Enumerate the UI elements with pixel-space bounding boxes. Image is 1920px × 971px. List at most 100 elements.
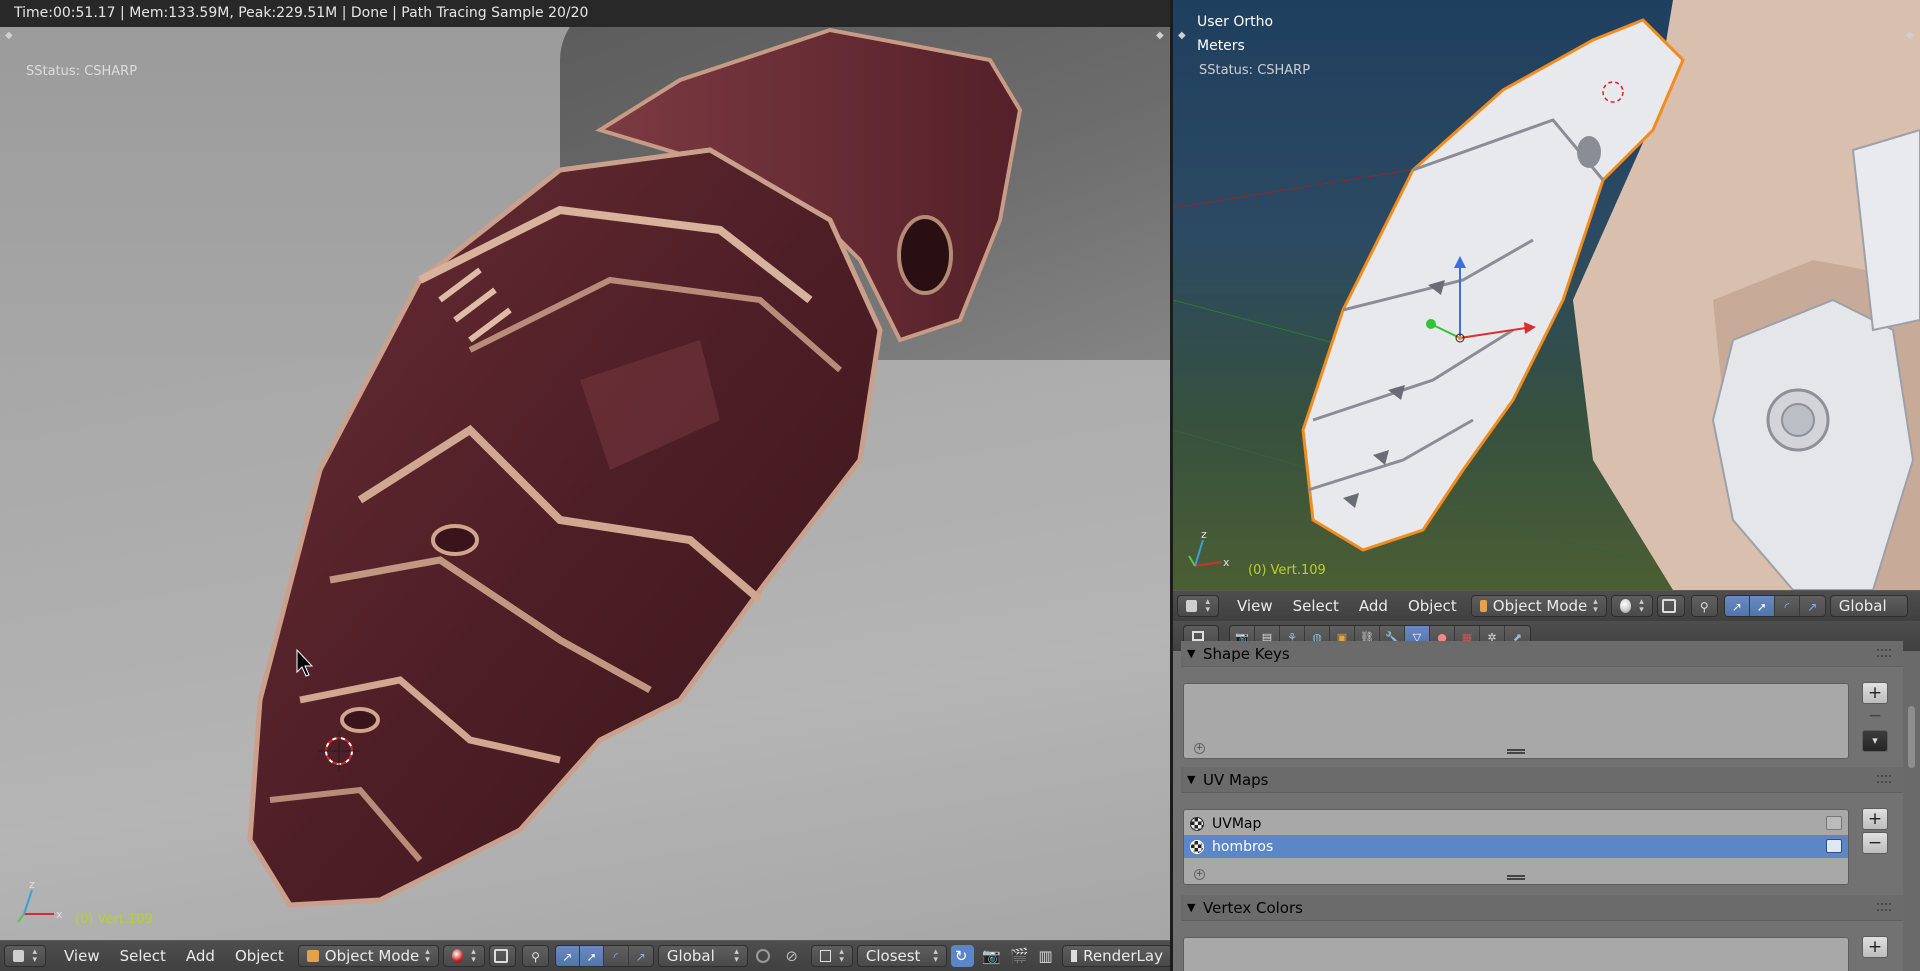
viewport-icon [1186, 600, 1198, 612]
area-split-handle-left[interactable]: ◆ [1178, 30, 1186, 41]
uv-map-row-selected[interactable]: hombros [1184, 835, 1848, 858]
collapse-triangle-icon: ▼ [1187, 901, 1196, 914]
translate-widget-icon[interactable]: ↗ [1724, 596, 1750, 616]
menu-select[interactable]: Select [1283, 597, 1349, 615]
area-split-handle-left[interactable]: ◆ [5, 30, 13, 41]
move-widget-icon[interactable]: ➚ [1749, 596, 1775, 616]
scale-widget-icon[interactable]: ↗ [628, 946, 653, 966]
viewport-shading-selector[interactable]: ▴ ▾ [442, 945, 485, 967]
snap-increment-icon [819, 950, 832, 962]
add-shape-key-button[interactable]: + [1862, 682, 1888, 704]
render-still-icon[interactable]: 📷 [978, 945, 1002, 967]
sstatus-overlay: SStatus: CSHARP [26, 64, 138, 79]
axis-x-label: x [1223, 556, 1230, 569]
editor-type-button[interactable]: ▴ ▾ [4, 945, 46, 967]
panel-title: UV Maps [1203, 771, 1269, 789]
menu-object[interactable]: Object [225, 947, 294, 965]
updown-icon: ▴ ▾ [32, 947, 37, 965]
mode-label: Object Mode [324, 947, 420, 965]
snap-element-selector[interactable]: ▴ ▾ [810, 945, 853, 967]
rotate-widget-icon[interactable]: ◜ [604, 946, 629, 966]
pivot-selector[interactable] [488, 945, 517, 967]
updown-icon: ▴ ▾ [425, 947, 430, 965]
snap-target-selector[interactable]: Closest ▴ ▾ [856, 945, 947, 967]
render-layer-label: RenderLay [1083, 947, 1163, 965]
layers-icon[interactable]: ▥ [1034, 945, 1058, 967]
shape-keys-panel-header[interactable]: ▼ Shape Keys [1181, 641, 1903, 667]
manipulator-toggle-icon[interactable]: ⚲ [1691, 596, 1717, 616]
mode-selector[interactable]: Object Mode ▴ ▾ [1470, 595, 1607, 617]
left-viewport-header: ▴ ▾ View Select Add Object Object Mode ▴ ▾… [0, 940, 1172, 971]
orientation-label: Global [1838, 597, 1887, 615]
proportional-edit-icon[interactable] [752, 945, 778, 967]
render-layer-selector[interactable]: RenderLay [1061, 945, 1172, 967]
solid-sphere-icon [1619, 599, 1632, 613]
move-widget-icon[interactable]: ➚ [579, 946, 605, 966]
orientation-selector[interactable]: Global [1829, 595, 1908, 617]
updown-icon: ▴ ▾ [471, 947, 476, 965]
add-vertex-color-button[interactable]: + [1862, 936, 1888, 958]
rotate-widget-icon[interactable]: ◜ [1774, 596, 1800, 616]
orientation-selector[interactable]: Global ▴ ▾ [657, 945, 748, 967]
updown-icon: ▴ ▾ [839, 947, 844, 965]
vertex-colors-panel-header[interactable]: ▼ Vertex Colors [1181, 895, 1903, 921]
properties-editor: 📷 ▤ ⚘ ◍ ▣ ⛓ 🔧 ▽ ● ▦ ✲ ⬈ ▼ Shape Keys + +… [1173, 621, 1920, 971]
snap-align-icon[interactable]: ↻ [950, 945, 975, 967]
scale-widget-icon[interactable]: ↗ [1799, 596, 1825, 616]
render-status-bar: Time:00:51.17 | Mem:133.59M, Peak:229.51… [0, 0, 1172, 27]
area-split-handle-right[interactable]: ◆ [1906, 30, 1914, 41]
remove-uv-map-button[interactable]: − [1862, 832, 1888, 854]
drag-grip-icon[interactable] [1877, 649, 1891, 657]
uv-maps-panel-header[interactable]: ▼ UV Maps [1181, 767, 1903, 793]
unit-label: Meters [1197, 38, 1245, 54]
properties-scrollbar[interactable] [1903, 651, 1920, 971]
vertex-colors-list[interactable] [1183, 937, 1849, 971]
mode-label: Object Mode [1492, 597, 1588, 615]
axis-z-label: z [29, 878, 35, 891]
active-render-icon[interactable] [1826, 839, 1842, 853]
render-animation-icon[interactable]: 🎬 [1006, 945, 1030, 967]
menu-select[interactable]: Select [110, 947, 176, 965]
shape-keys-list[interactable]: + [1183, 683, 1849, 759]
cube-icon [1479, 600, 1487, 612]
translate-widget-icon[interactable]: ↗ [555, 946, 580, 966]
list-resize-handle-icon[interactable] [1507, 749, 1525, 754]
uv-map-name[interactable]: UVMap [1212, 816, 1261, 832]
editor-type-button[interactable]: ▴ ▾ [1177, 595, 1219, 617]
menu-add[interactable]: Add [1349, 597, 1398, 615]
list-filter-icon[interactable]: + [1194, 743, 1205, 754]
drag-grip-icon[interactable] [1877, 903, 1891, 911]
add-uv-map-button[interactable]: + [1862, 808, 1888, 830]
pivot-selector[interactable] [1656, 595, 1685, 617]
viewport-shading-selector[interactable]: ▴ ▾ [1610, 595, 1653, 617]
area-split-handle-right[interactable]: ◆ [1156, 30, 1164, 41]
pivot-icon [1661, 599, 1676, 613]
rendered-armor-model [247, 27, 1023, 908]
right-viewport-header: ▴ ▾ View Select Add Object Object Mode ▴ ▾… [1173, 590, 1920, 621]
pivot-icon [493, 949, 508, 963]
active-render-icon[interactable] [1826, 816, 1842, 830]
rendered-viewport[interactable]: Time:00:51.17 | Mem:133.59M, Peak:229.51… [0, 0, 1172, 940]
updown-icon: ▴ ▾ [1593, 597, 1598, 615]
mode-selector[interactable]: Object Mode ▴ ▾ [297, 945, 439, 967]
list-filter-icon[interactable]: + [1194, 869, 1205, 880]
manipulator-toggle-icon[interactable]: ⚲ [523, 946, 548, 966]
render-layer-icon [1070, 950, 1078, 962]
scrollbar-thumb[interactable] [1908, 706, 1915, 768]
drag-grip-icon[interactable] [1877, 775, 1891, 783]
collapse-triangle-icon: ▼ [1187, 773, 1196, 786]
menu-add[interactable]: Add [176, 947, 225, 965]
3d-viewport[interactable]: User Ortho Meters SStatus: CSHARP ◆ ◆ x … [1173, 0, 1920, 590]
uv-maps-list: UVMap hombros + [1183, 809, 1849, 885]
uv-map-row[interactable]: UVMap [1184, 812, 1848, 835]
menu-view[interactable]: View [1227, 597, 1283, 615]
shape-key-specials-button[interactable]: ▾ [1862, 730, 1888, 752]
remove-shape-key-button[interactable]: − [1862, 706, 1888, 728]
axis-x-label: x [56, 908, 63, 921]
uv-map-name[interactable]: hombros [1212, 839, 1273, 855]
menu-object[interactable]: Object [1398, 597, 1467, 615]
uv-map-icon [1190, 839, 1204, 854]
menu-view[interactable]: View [54, 947, 110, 965]
snap-toggle-icon[interactable]: ⊘ [781, 945, 807, 967]
list-resize-handle-icon[interactable] [1507, 875, 1525, 880]
